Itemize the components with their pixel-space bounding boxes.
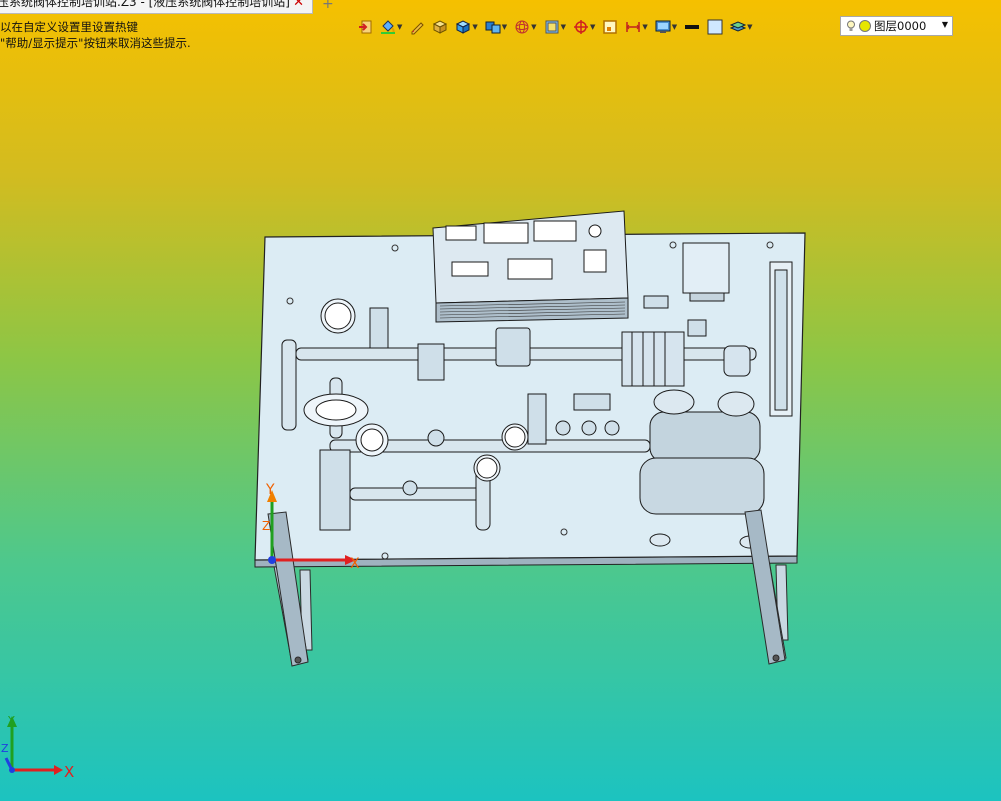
model-y-label: Y bbox=[265, 482, 275, 498]
control-panel-box bbox=[432, 210, 629, 323]
flow-meter bbox=[769, 261, 793, 417]
model-viewport[interactable]: X Y Z X Y Z bbox=[0, 0, 1001, 801]
junction-box bbox=[682, 242, 730, 302]
world-z-label: Z bbox=[1, 742, 9, 755]
world-x-label: X bbox=[64, 763, 74, 781]
world-axis-triad: X Y Z bbox=[1, 714, 74, 781]
world-y-label: Y bbox=[7, 714, 15, 727]
model-z-label: Z bbox=[262, 519, 270, 533]
model-x-label: X bbox=[350, 556, 360, 572]
